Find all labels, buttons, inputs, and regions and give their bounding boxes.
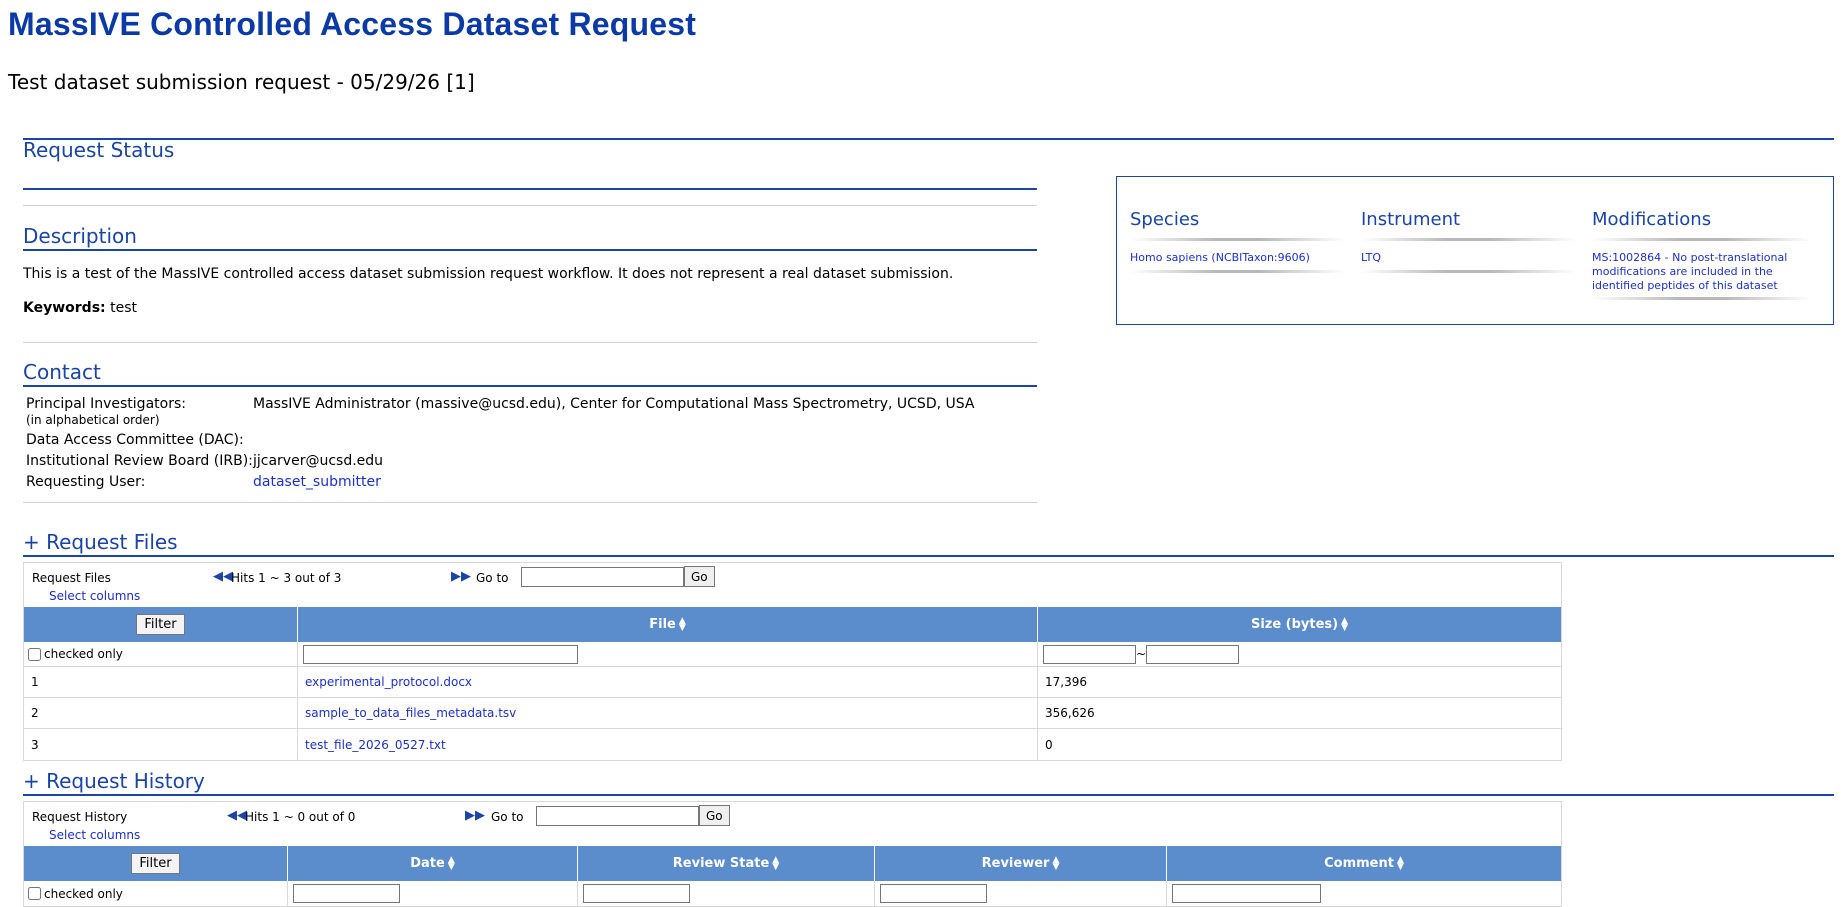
request-history-underline: [23, 794, 1834, 796]
history-filter-button[interactable]: Filter: [131, 853, 180, 874]
file-link[interactable]: test_file_2026_0527.txt: [305, 738, 446, 752]
files-hits: Hits 1 ~ 3 out of 3: [231, 571, 342, 585]
page-title: MassIVE Controlled Access Dataset Reques…: [8, 6, 697, 42]
history-toolbar: Request History Select columns ◀◀ Hits 1…: [24, 802, 1561, 846]
description-heading: Description: [23, 224, 137, 248]
sort-icon: ▲ ▼: [772, 854, 780, 872]
sort-icon: ▲ ▼: [678, 615, 686, 633]
files-checked-only-label: checked only: [44, 647, 123, 661]
files-col-file[interactable]: File ▲ ▼: [298, 607, 1038, 642]
irb-label: Institutional Review Board (IRB):: [26, 453, 253, 469]
request-files-table: Request Files Select columns ◀◀ Hits 1 ~…: [23, 562, 1562, 761]
species-heading: Species: [1130, 209, 1200, 230]
sort-icon: ▲ ▼: [1052, 854, 1060, 872]
description-divider: [23, 342, 1037, 343]
instrument-column: Instrument LTQ: [1361, 209, 1576, 273]
sort-icon: ▲ ▼: [1396, 854, 1404, 872]
sort-icon: ▲ ▼: [447, 854, 455, 872]
user-label: Requesting User:: [26, 474, 146, 490]
files-header-row: Filter File ▲ ▼ Size (bytes) ▲ ▼: [24, 607, 1561, 642]
keywords-line: Keywords: test: [23, 300, 137, 316]
page-subtitle: Test dataset submission request - 05/29/…: [8, 70, 475, 94]
dac-label: Data Access Committee (DAC):: [26, 432, 244, 448]
history-prev-page-icon[interactable]: ◀◀: [227, 808, 247, 823]
files-col-size[interactable]: Size (bytes) ▲ ▼: [1038, 607, 1561, 642]
files-prev-page-icon[interactable]: ◀◀: [213, 569, 233, 584]
files-filter-button[interactable]: Filter: [136, 614, 185, 635]
comment-filter-input[interactable]: [1172, 884, 1321, 903]
files-filter-row: checked only ~: [24, 642, 1561, 667]
files-checked-only-checkbox[interactable]: [28, 647, 41, 661]
modifications-heading: Modifications: [1592, 209, 1712, 230]
pi-label: Principal Investigators:: [26, 396, 186, 412]
contact-row-user: Requesting User: dataset_submitter: [26, 474, 974, 495]
request-history-table: Request History Select columns ◀◀ Hits 1…: [23, 801, 1562, 907]
modifications-link[interactable]: MS:1002864 - No post-translational modif…: [1592, 251, 1812, 293]
species-column: Species Homo sapiens (NCBITaxon:9606): [1130, 209, 1345, 273]
size-min-input[interactable]: [1043, 644, 1136, 664]
request-files-underline: [23, 555, 1834, 557]
date-filter-input[interactable]: [293, 884, 400, 903]
size-range-separator: ~: [1136, 647, 1147, 661]
description-text: This is a test of the MassIVE controlled…: [23, 266, 954, 282]
keywords-label: Keywords:: [23, 300, 106, 316]
dataset-info-box: Species Homo sapiens (NCBITaxon:9606) In…: [1116, 176, 1834, 325]
files-goto-input[interactable]: [521, 567, 684, 587]
history-goto-label: Go to: [491, 810, 524, 824]
contact-table: Principal Investigators: (in alphabetica…: [26, 396, 974, 495]
contact-row-dac: Data Access Committee (DAC):: [26, 432, 974, 453]
species-link[interactable]: Homo sapiens (NCBITaxon:9606): [1130, 251, 1345, 265]
history-header-row: Filter Date ▲ ▼ Review State ▲ ▼ Reviewer ▲ ▼ …: [24, 846, 1561, 881]
history-col-review-state[interactable]: Review State ▲ ▼: [578, 846, 875, 881]
history-col-comment[interactable]: Comment ▲ ▼: [1167, 846, 1561, 881]
history-select-columns-link[interactable]: Select columns: [49, 828, 140, 842]
history-next-page-icon[interactable]: ▶▶: [465, 808, 485, 823]
files-next-page-icon[interactable]: ▶▶: [451, 569, 471, 584]
size-max-input[interactable]: [1146, 644, 1240, 664]
history-go-button[interactable]: Go: [699, 805, 730, 826]
files-toolbar: Request Files Select columns ◀◀ Hits 1 ~…: [24, 563, 1561, 607]
history-col-reviewer[interactable]: Reviewer ▲ ▼: [875, 846, 1167, 881]
history-col-date[interactable]: Date ▲ ▼: [288, 846, 578, 881]
history-hits: Hits 1 ~ 0 out of 0: [245, 810, 356, 824]
history-checked-only-checkbox[interactable]: [28, 887, 41, 900]
file-filter-input[interactable]: [303, 644, 578, 664]
history-goto-input[interactable]: [536, 806, 699, 826]
keywords-value: test: [110, 300, 137, 316]
request-history-toggle[interactable]: + Request History: [23, 769, 205, 793]
file-link[interactable]: experimental_protocol.docx: [305, 675, 472, 689]
request-status-underline: [23, 188, 1037, 190]
history-filter-row: checked only: [24, 881, 1561, 906]
description-underline: [23, 249, 1037, 251]
reviewer-filter-input[interactable]: [880, 884, 987, 903]
files-go-button[interactable]: Go: [684, 566, 715, 587]
contact-row-pi: Principal Investigators: (in alphabetica…: [26, 396, 974, 432]
instrument-heading: Instrument: [1361, 209, 1461, 230]
irb-value: jjcarver@ucsd.edu: [253, 453, 384, 469]
request-status-heading: Request Status: [23, 138, 175, 162]
requesting-user-link[interactable]: dataset_submitter: [253, 474, 381, 495]
sort-icon: ▲ ▼: [1341, 615, 1349, 633]
request-files-toggle[interactable]: + Request Files: [23, 530, 178, 554]
pi-value: MassIVE Administrator (massive@ucsd.edu)…: [253, 396, 975, 412]
file-link[interactable]: sample_to_data_files_metadata.tsv: [305, 706, 516, 720]
history-checked-only-label: checked only: [44, 886, 123, 901]
modifications-column: Modifications MS:1002864 - No post-trans…: [1592, 209, 1812, 300]
header-divider: [23, 138, 1834, 140]
table-row: 2 sample_to_data_files_metadata.tsv 356,…: [24, 698, 1561, 729]
history-table-name: Request History: [32, 810, 128, 824]
files-select-columns-link[interactable]: Select columns: [49, 589, 140, 603]
contact-divider: [23, 502, 1037, 503]
table-row: 1 experimental_protocol.docx 17,396: [24, 667, 1561, 698]
request-status-divider: [23, 205, 1037, 206]
contact-heading: Contact: [23, 360, 101, 384]
instrument-link[interactable]: LTQ: [1361, 251, 1576, 265]
files-table-name: Request Files: [32, 571, 111, 585]
review-state-filter-input[interactable]: [583, 884, 690, 903]
files-goto-label: Go to: [476, 571, 509, 585]
pi-note: (in alphabetical order): [26, 413, 160, 427]
contact-underline: [23, 385, 1037, 387]
contact-row-irb: Institutional Review Board (IRB): jjcarv…: [26, 453, 974, 474]
table-row: 3 test_file_2026_0527.txt 0: [24, 729, 1561, 760]
